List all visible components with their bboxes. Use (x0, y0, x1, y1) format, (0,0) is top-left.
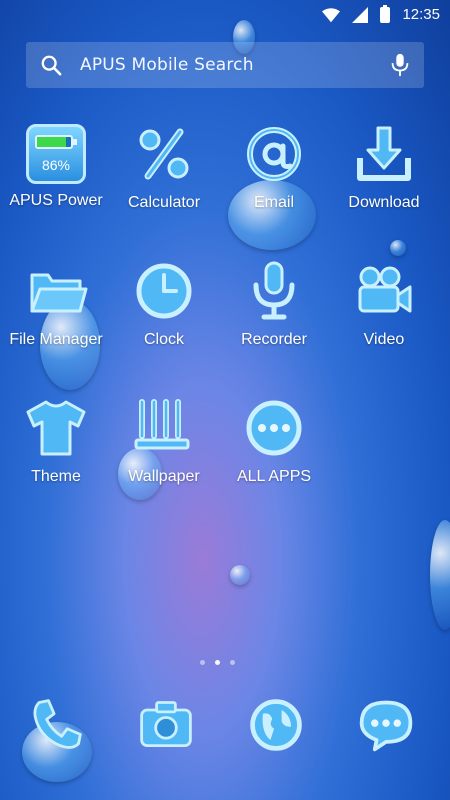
app-clock[interactable]: Clock (108, 259, 220, 379)
app-label: Clock (143, 331, 184, 348)
status-time: 12:35 (402, 6, 440, 23)
battery-icon (380, 4, 391, 23)
app-label: ALL APPS (236, 468, 312, 485)
wifi-icon (322, 7, 341, 22)
tshirt-icon (26, 400, 86, 456)
signal-icon (352, 6, 369, 23)
battery-fill (37, 137, 67, 147)
page-dot[interactable] (230, 660, 235, 665)
status-bar: 12:35 (0, 0, 450, 32)
app-calculator[interactable]: Calculator (108, 122, 220, 242)
messages-icon (359, 700, 413, 752)
percent-icon (139, 128, 189, 180)
app-recorder[interactable]: Recorder (218, 259, 330, 379)
search-placeholder: APUS Mobile Search (80, 55, 254, 75)
page-dot-active[interactable] (215, 660, 220, 665)
app-label: Download (348, 194, 420, 211)
app-label: APUS Power (9, 192, 103, 209)
browser-icon (250, 699, 302, 751)
app-label: Wallpaper (128, 468, 200, 485)
download-icon (357, 126, 411, 181)
camera-icon (140, 701, 192, 748)
video-camera-icon (358, 266, 412, 313)
app-all-apps[interactable]: ALL APPS (218, 396, 330, 516)
dock-browser[interactable] (246, 695, 306, 755)
water-drop (390, 240, 406, 256)
folder-icon (30, 273, 88, 313)
wallpaper-icon (134, 399, 190, 450)
dock-phone[interactable] (26, 695, 86, 755)
page-indicator (200, 660, 235, 665)
app-theme[interactable]: Theme (0, 396, 112, 516)
app-label: Recorder (241, 331, 307, 348)
at-sign-icon (247, 127, 301, 181)
microphone-icon (253, 261, 295, 320)
app-email[interactable]: Email (218, 122, 330, 242)
all-apps-icon (246, 400, 302, 456)
app-label: Calculator (127, 194, 201, 211)
app-video[interactable]: Video (328, 259, 440, 379)
app-label: File Manager (9, 331, 103, 348)
app-label: Theme (31, 468, 81, 485)
phone-icon (33, 699, 82, 749)
search-icon (41, 55, 62, 76)
app-label: Video (363, 331, 405, 348)
mic-icon[interactable] (390, 53, 410, 77)
dock-camera[interactable] (136, 695, 196, 755)
water-drop (430, 520, 450, 630)
app-file-manager[interactable]: File Manager (0, 259, 112, 379)
app-wallpaper[interactable]: Wallpaper (108, 396, 220, 516)
app-apus-power[interactable]: 86% APUS Power (0, 122, 112, 242)
battery-percent: 86% (41, 157, 71, 173)
app-label: Email (253, 194, 294, 211)
app-download[interactable]: Download (328, 122, 440, 242)
dock-messages[interactable] (356, 695, 416, 755)
search-bar[interactable]: APUS Mobile Search (26, 42, 424, 88)
page-dot[interactable] (200, 660, 205, 665)
clock-icon (136, 263, 192, 319)
battery-app-icon: 86% (26, 124, 86, 184)
water-drop (230, 565, 250, 585)
